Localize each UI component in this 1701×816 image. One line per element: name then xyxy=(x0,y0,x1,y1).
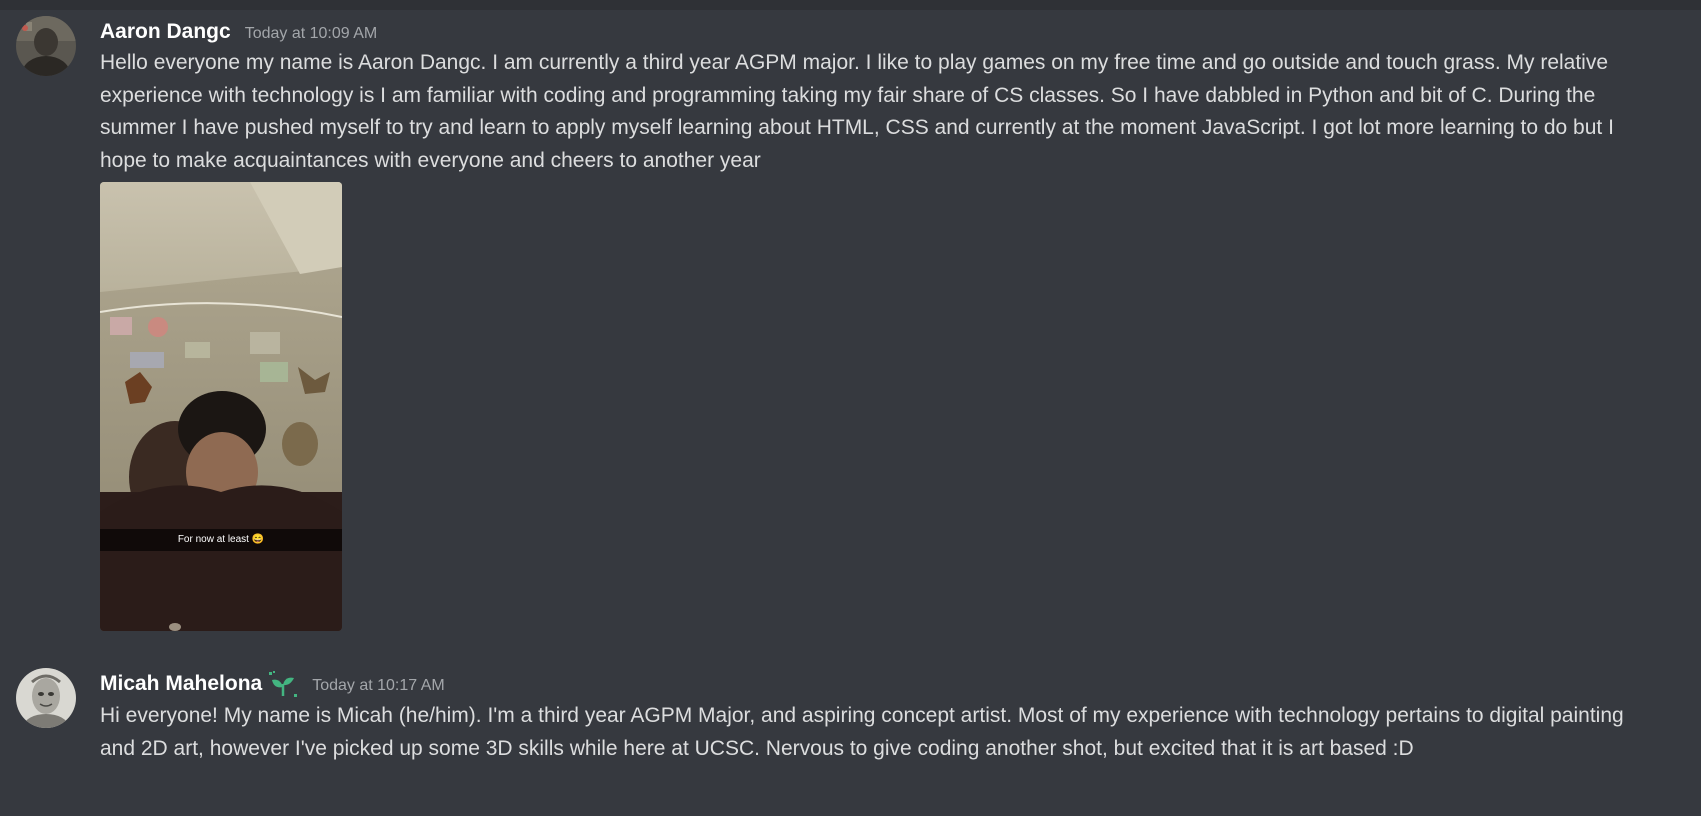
image-caption: For now at least 😄 xyxy=(100,529,342,551)
username[interactable]: Micah Mahelona xyxy=(100,672,262,696)
top-divider-bar xyxy=(0,0,1701,10)
avatar[interactable] xyxy=(16,16,76,76)
avatar[interactable] xyxy=(16,668,76,728)
username[interactable]: Aaron Dangc xyxy=(100,20,231,44)
timestamp: Today at 10:17 AM xyxy=(312,676,445,694)
avatar-photo xyxy=(16,16,76,76)
image-attachment[interactable]: For now at least 😄 xyxy=(100,182,342,631)
selfie-photo xyxy=(100,182,342,631)
message-text: Hello everyone my name is Aaron Dangc. I… xyxy=(100,51,1614,172)
message-text: Hi everyone! My name is Micah (he/him). … xyxy=(100,704,1624,760)
timestamp: Today at 10:09 AM xyxy=(244,24,378,42)
sprout-icon[interactable] xyxy=(268,670,298,700)
avatar-illustration xyxy=(16,668,76,728)
